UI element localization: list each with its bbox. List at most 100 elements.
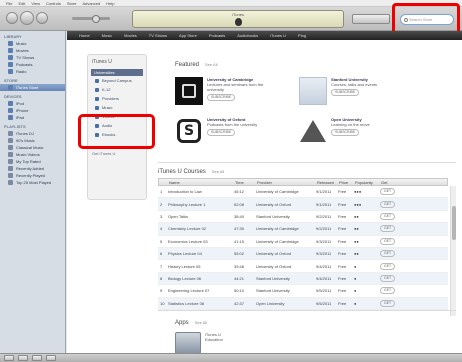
table-cell: GET bbox=[378, 212, 408, 220]
store-tab-tv-shows[interactable]: TV Shows bbox=[149, 33, 167, 38]
featured-see-all-link[interactable]: See All bbox=[205, 62, 217, 67]
table-cell: GET bbox=[378, 200, 408, 208]
sidebar-item-recently-added[interactable]: Recently Added bbox=[0, 165, 65, 172]
get-button[interactable]: GET bbox=[380, 274, 396, 282]
sidebar-item-itunes-store[interactable]: iTunes Store bbox=[0, 84, 65, 91]
view-buttons[interactable] bbox=[352, 14, 390, 24]
table-scrollbar[interactable] bbox=[450, 186, 456, 316]
table-row[interactable]: 7 History Lecture 05 39:48 University of Ox… bbox=[158, 260, 448, 273]
previous-button[interactable] bbox=[6, 12, 18, 24]
subscribe-button[interactable]: SUBSCRIBE bbox=[331, 89, 360, 96]
divider bbox=[158, 162, 456, 163]
get-button[interactable]: GET bbox=[380, 200, 396, 208]
sidebar-item-movies[interactable]: Movies bbox=[0, 47, 65, 54]
column-header[interactable]: Get bbox=[379, 180, 409, 185]
sidebar-item-music[interactable]: Music bbox=[0, 40, 65, 47]
menu-controls[interactable]: Controls bbox=[46, 1, 61, 6]
get-button[interactable]: GET bbox=[380, 212, 396, 220]
sidebar-item-label: iTunes DJ bbox=[16, 131, 34, 136]
sidebar-item-classical-music[interactable]: Classical Music bbox=[0, 144, 65, 151]
get-itunes-u-link[interactable]: Get iTunes U bbox=[92, 151, 142, 157]
table-row[interactable]: 5 Economics Lecture 03 41:15 University of … bbox=[158, 236, 448, 248]
column-header[interactable]: Time bbox=[233, 180, 255, 185]
sidebar-item-label: Movies bbox=[16, 48, 29, 53]
menu-view[interactable]: View bbox=[31, 1, 40, 6]
artwork-button[interactable] bbox=[46, 355, 56, 361]
menu-edit[interactable]: Edit bbox=[18, 1, 25, 6]
sidebar-item-ipod[interactable]: iPod bbox=[0, 100, 65, 107]
sidebar-item-ipad[interactable]: iPad bbox=[0, 114, 65, 121]
store-tab-movies[interactable]: Movies bbox=[124, 33, 137, 38]
featured-provider-3[interactable]: S University of Oxford Podcasts from the… bbox=[175, 117, 270, 151]
menu-store[interactable]: Store bbox=[67, 1, 77, 6]
column-header[interactable]: Name bbox=[167, 180, 233, 185]
table-cell: 10 bbox=[160, 300, 165, 306]
get-button[interactable]: GET bbox=[380, 262, 396, 270]
sidebar-item-podcasts[interactable]: Podcasts bbox=[0, 61, 65, 68]
store-tab-ping[interactable]: Ping bbox=[298, 33, 306, 38]
apps-see-all-link[interactable]: See All bbox=[195, 320, 207, 325]
menu-file[interactable]: File bbox=[6, 1, 12, 6]
sidebar-item-tv-shows[interactable]: TV Shows bbox=[0, 54, 65, 61]
courses-see-all-link[interactable]: See All bbox=[212, 169, 224, 174]
table-row[interactable]: 10 Statistics Lecture 08 42:37 Open Univers… bbox=[158, 297, 448, 310]
sidebar-item-radio[interactable]: Radio bbox=[0, 68, 65, 75]
subscribe-button[interactable]: SUBSCRIBE bbox=[207, 129, 236, 136]
courses-heading: iTunes U Courses bbox=[158, 169, 206, 175]
sidebar-item-iphone[interactable]: iPhone bbox=[0, 107, 65, 114]
get-button[interactable]: GET bbox=[380, 225, 396, 233]
next-button[interactable] bbox=[36, 12, 48, 24]
sidebar-item-itunes-dj[interactable]: iTunes DJ bbox=[0, 130, 65, 137]
category-item-k-12[interactable]: K-12 bbox=[88, 85, 146, 94]
table-row[interactable]: 2 Philosophy Lecture 1 52:08 University of … bbox=[158, 198, 448, 211]
get-button[interactable]: GET bbox=[380, 188, 396, 196]
sidebar-item-label: iPad bbox=[16, 115, 25, 120]
sidebar-item-recently-played[interactable]: Recently Played bbox=[0, 172, 65, 179]
table-row[interactable]: 1 Introduction to Law 45:12 University of C… bbox=[158, 186, 448, 199]
featured-provider-4[interactable]: Open University Learning on the move SUB… bbox=[299, 117, 394, 151]
menu-help[interactable]: Help bbox=[106, 1, 114, 6]
store-tab-app-store[interactable]: App Store bbox=[179, 33, 197, 38]
category-selected[interactable]: Universities bbox=[91, 69, 143, 76]
get-button[interactable]: GET bbox=[380, 250, 396, 258]
category-item-providers[interactable]: Providers bbox=[88, 94, 146, 103]
sidebar-item-music-videos[interactable]: Music Videos bbox=[0, 151, 65, 158]
store-tab-itunes-u[interactable]: iTunes U bbox=[270, 33, 286, 38]
column-header[interactable]: Popularity bbox=[353, 180, 379, 185]
column-header[interactable]: Price bbox=[337, 180, 353, 185]
column-header[interactable]: Released bbox=[315, 180, 337, 185]
column-header[interactable]: Provider bbox=[255, 180, 315, 185]
featured-provider-2[interactable]: Stanford University Courses, talks and e… bbox=[299, 77, 394, 111]
add-playlist-button[interactable] bbox=[4, 355, 14, 361]
get-button[interactable]: GET bbox=[380, 299, 396, 307]
category-item-music[interactable]: Music bbox=[88, 103, 146, 112]
table-row[interactable]: 8 Biology Lecture 06 44:21 Stanford Univers… bbox=[158, 272, 448, 286]
featured-provider-1[interactable]: University of Cambridge Lectures and sem… bbox=[175, 77, 270, 111]
store-tab-music[interactable]: Music bbox=[102, 33, 112, 38]
repeat-button[interactable] bbox=[32, 355, 42, 361]
store-tab-podcasts[interactable]: Podcasts bbox=[209, 33, 225, 38]
subscribe-button[interactable]: SUBSCRIBE bbox=[331, 129, 360, 136]
play-button[interactable] bbox=[20, 11, 34, 25]
table-row[interactable]: 4 Chemistry Lecture 02 47:30 University of … bbox=[158, 223, 448, 236]
get-button[interactable]: GET bbox=[380, 237, 396, 245]
subscribe-button[interactable]: SUBSCRIBE bbox=[207, 94, 236, 101]
table-row[interactable]: 9 Engineering Lecture 07 50:10 Stanford Uni… bbox=[158, 285, 448, 298]
store-tab-audiobooks[interactable]: Audiobooks bbox=[237, 33, 258, 38]
store-tab-home[interactable]: Home bbox=[79, 33, 90, 38]
scrollbar-thumb[interactable] bbox=[452, 206, 456, 240]
table-cell: Physics Lecture 04 bbox=[168, 251, 202, 257]
shuffle-button[interactable] bbox=[18, 355, 28, 361]
category-item-label: Beyond Campus bbox=[102, 78, 132, 83]
sidebar-item-my-top-rated[interactable]: My Top Rated bbox=[0, 158, 65, 165]
table-cell: Stanford University bbox=[256, 288, 290, 294]
table-row[interactable]: 6 Physics Lecture 04 55:02 University of Ox… bbox=[158, 247, 448, 261]
menu-advanced[interactable]: Advanced bbox=[82, 1, 100, 6]
volume-slider[interactable] bbox=[72, 15, 110, 23]
provider-desc: Lectures and seminars from the universit… bbox=[207, 82, 264, 92]
category-item-beyond-campus[interactable]: Beyond Campus bbox=[88, 76, 146, 85]
get-button[interactable]: GET bbox=[380, 287, 396, 295]
sidebar-item-top-25-most-played[interactable]: Top 25 Most Played bbox=[0, 179, 65, 186]
sidebar-item-90-s-music[interactable]: 90's Music bbox=[0, 137, 65, 144]
table-row[interactable]: 3 Open Talks 38:40 Stanford University 9/2/2… bbox=[158, 211, 448, 224]
